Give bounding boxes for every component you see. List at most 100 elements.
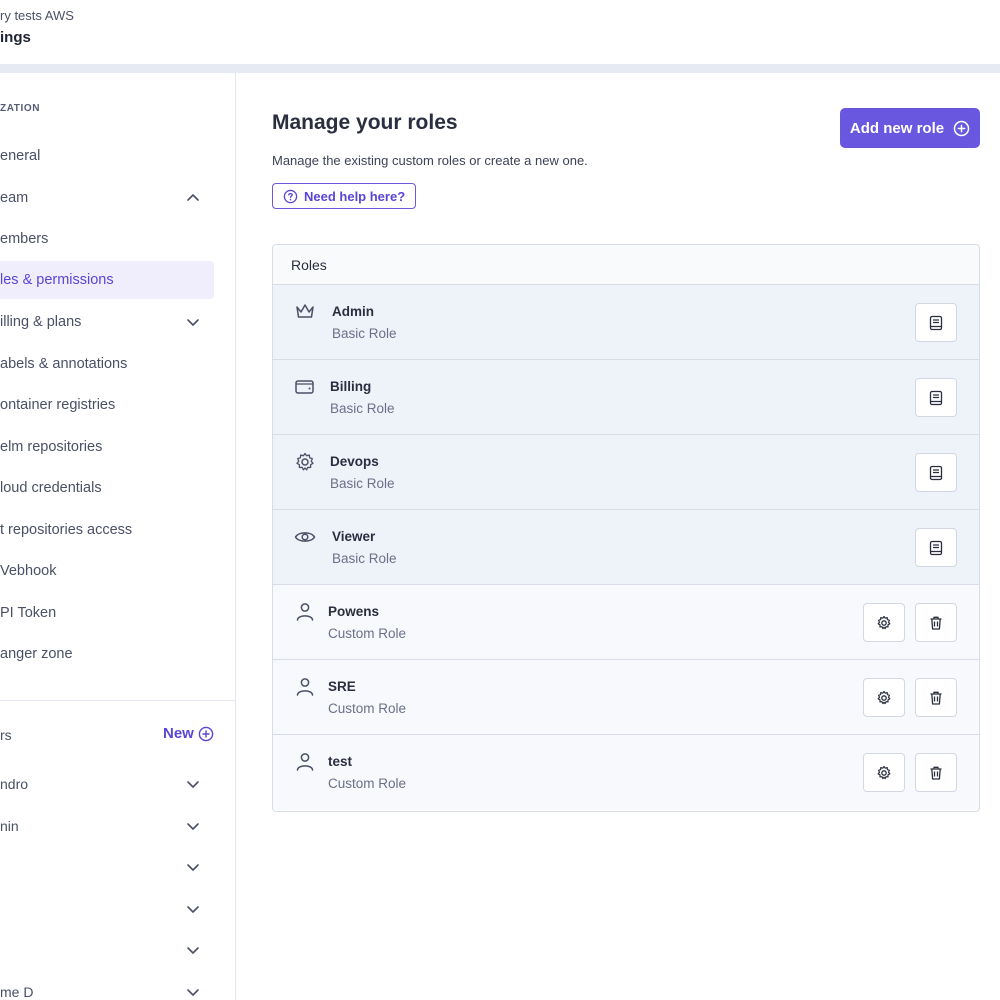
cluster-item[interactable]: nin: [0, 811, 214, 841]
table-row: Billing Basic Role: [273, 360, 979, 435]
sidebar-divider: [0, 700, 235, 701]
sidebar-item-billing-plans[interactable]: illing & plans: [0, 303, 214, 341]
user-icon: [296, 678, 314, 696]
role-type: Basic Role: [332, 551, 397, 566]
chevron-down-icon[interactable]: [186, 902, 200, 916]
book-icon: [929, 540, 943, 555]
sidebar-item-webhook[interactable]: Vebhook: [0, 552, 214, 590]
sidebar-item-label: loud credentials: [0, 480, 102, 496]
help-circle-icon: [283, 189, 298, 203]
role-name: Devops: [330, 454, 379, 469]
table-row: Admin Basic Role: [273, 285, 979, 360]
trash-icon: [930, 616, 942, 630]
table-row: Viewer Basic Role: [273, 510, 979, 585]
edit-role-button[interactable]: [863, 753, 905, 792]
role-name: Admin: [332, 304, 374, 319]
sidebar-item-api-token[interactable]: PI Token: [0, 594, 214, 632]
sidebar-item-label: t repositories access: [0, 522, 133, 538]
page-title: Manage your roles: [272, 111, 458, 134]
sidebar-item-label: anger zone: [0, 646, 73, 662]
delete-role-button[interactable]: [915, 678, 957, 717]
sidebar-item-label: ontainer registries: [0, 397, 116, 413]
cluster-item[interactable]: [0, 935, 214, 965]
new-cluster-button[interactable]: New: [163, 725, 214, 742]
sidebar-section-label: ZATION: [0, 103, 41, 114]
user-icon: [296, 753, 314, 771]
breadcrumb[interactable]: ry tests AWS: [0, 8, 74, 23]
sidebar-item-container-registries[interactable]: ontainer registries: [0, 386, 214, 424]
edit-role-button[interactable]: [863, 603, 905, 642]
sidebar-item-label: elm repositories: [0, 439, 103, 455]
sidebar-item-label: eneral: [0, 148, 41, 164]
sidebar-item-team[interactable]: eam: [0, 179, 214, 217]
crown-icon: [296, 304, 314, 318]
sidebar-item-roles-permissions[interactable]: les & permissions: [0, 261, 214, 299]
view-role-button[interactable]: [915, 378, 957, 417]
plus-circle-icon: [198, 726, 214, 741]
book-icon: [929, 390, 943, 405]
sidebar-item-helm-repositories[interactable]: elm repositories: [0, 428, 214, 466]
delete-role-button[interactable]: [915, 753, 957, 792]
sidebar-item-label: embers: [0, 231, 49, 247]
chevron-down-icon[interactable]: [186, 860, 200, 874]
eye-icon: [294, 532, 316, 542]
cluster-item[interactable]: [0, 852, 214, 882]
chevron-down-icon[interactable]: [186, 943, 200, 957]
cluster-item[interactable]: [0, 894, 214, 924]
sidebar-item-cloud-credentials[interactable]: loud credentials: [0, 469, 214, 507]
role-type: Custom Role: [328, 626, 407, 641]
gear-icon: [877, 615, 891, 629]
new-button-label: New: [163, 725, 194, 742]
sidebar-item-git-repositories-access[interactable]: t repositories access: [0, 511, 214, 549]
role-type: Basic Role: [330, 476, 395, 491]
page-description: Manage the existing custom roles or crea…: [272, 153, 588, 168]
chevron-down-icon[interactable]: [186, 315, 200, 329]
gear-icon: [877, 690, 891, 704]
chevron-down-icon[interactable]: [186, 819, 200, 833]
wallet-icon: [295, 380, 314, 394]
role-type: Custom Role: [328, 776, 407, 791]
view-role-button[interactable]: [915, 303, 957, 342]
roles-table: Roles Admin Basic Role Billing Basic Rol…: [272, 244, 980, 812]
sidebar-item-labels-annotations[interactable]: abels & annotations: [0, 345, 214, 383]
settings-sidebar: ZATION eneral eam embers les & permissio…: [0, 73, 236, 1000]
sidebar-item-general[interactable]: eneral: [0, 137, 214, 175]
add-new-role-button[interactable]: Add new role: [840, 108, 980, 148]
gear-icon: [296, 452, 314, 471]
sidebar-item-label: eam: [0, 190, 29, 206]
sidebar-item-label: illing & plans: [0, 314, 82, 330]
role-type: Custom Role: [328, 701, 407, 716]
clusters-label: rs: [0, 727, 12, 743]
top-header: ry tests AWS ings: [0, 0, 1000, 64]
table-row: Powens Custom Role: [273, 585, 979, 660]
book-icon: [929, 465, 943, 480]
role-name: Powens: [328, 604, 380, 619]
role-type: Basic Role: [332, 326, 397, 341]
table-row: Devops Basic Role: [273, 435, 979, 510]
need-help-button[interactable]: Need help here?: [272, 183, 417, 209]
sidebar-item-members[interactable]: embers: [0, 220, 214, 258]
edit-role-button[interactable]: [863, 678, 905, 717]
view-role-button[interactable]: [915, 453, 957, 492]
cluster-item-label: nin: [0, 818, 19, 834]
view-role-button[interactable]: [915, 528, 957, 567]
sidebar-item-label: abels & annotations: [0, 356, 128, 372]
sidebar-item-label: PI Token: [0, 605, 57, 621]
cluster-item-label: ndro: [0, 776, 29, 792]
trash-icon: [930, 766, 942, 780]
chevron-down-icon[interactable]: [186, 777, 200, 791]
role-type: Basic Role: [330, 401, 395, 416]
need-help-label: Need help here?: [304, 188, 406, 204]
chevron-up-icon[interactable]: [186, 191, 200, 205]
chevron-down-icon[interactable]: [186, 985, 200, 999]
delete-role-button[interactable]: [915, 603, 957, 642]
cluster-item[interactable]: me D: [0, 977, 214, 1000]
user-icon: [296, 603, 314, 621]
trash-icon: [930, 691, 942, 705]
role-name: test: [328, 754, 353, 769]
cluster-item[interactable]: ndro: [0, 769, 214, 799]
cluster-item-label: me D: [0, 984, 34, 1000]
sidebar-item-danger-zone[interactable]: anger zone: [0, 635, 214, 673]
add-new-role-label: Add new role: [849, 119, 945, 137]
role-name: Viewer: [332, 529, 376, 544]
